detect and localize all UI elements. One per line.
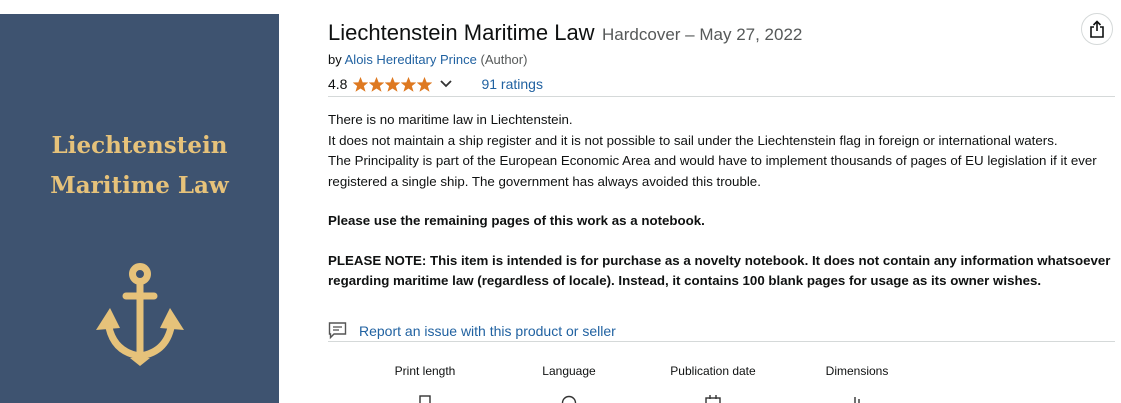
calendar-icon <box>705 395 721 403</box>
byline: by Alois Hereditary Prince (Author) <box>328 52 527 67</box>
share-icon <box>1090 20 1104 38</box>
product-format: Hardcover – May 27, 2022 <box>602 25 803 44</box>
detail-print-length-label: Print length <box>394 364 456 378</box>
star-rating[interactable] <box>353 76 433 92</box>
detail-dimensions-label: Dimensions <box>825 364 889 378</box>
author-link[interactable]: Alois Hereditary Prince <box>345 52 477 67</box>
star-icon <box>369 76 385 92</box>
by-prefix: by <box>328 52 342 67</box>
product-description: There is no maritime law in Liechtenstei… <box>328 110 1115 292</box>
rating-value: 4.8 <box>328 76 348 92</box>
report-issue-link[interactable]: Report an issue with this product or sel… <box>359 323 616 339</box>
book-cover-image[interactable]: Liechtenstein Maritime Law <box>0 14 279 403</box>
rating-row: 4.8 91 ratings <box>328 75 543 93</box>
cover-title-line2: Maritime Law <box>50 172 229 199</box>
author-role: (Author) <box>480 52 528 67</box>
star-icon <box>353 76 369 92</box>
star-icon <box>417 76 433 92</box>
detail-publication-date-label: Publication date <box>670 364 756 378</box>
description-line: The Principality is part of the European… <box>328 153 1097 189</box>
detail-language-label: Language <box>542 364 596 378</box>
please-note: PLEASE NOTE: This item is intended is fo… <box>328 252 1111 289</box>
cover-title-line1: Liechtenstein <box>51 132 228 159</box>
notebook-note: Please use the remaining pages of this w… <box>328 213 705 228</box>
divider <box>328 341 1115 342</box>
product-title: Liechtenstein Maritime Law <box>328 20 595 45</box>
description-line: There is no maritime law in Liechtenstei… <box>328 112 573 127</box>
divider <box>328 96 1115 97</box>
anchor-icon <box>96 263 184 366</box>
title-row: Liechtenstein Maritime Law Hardcover – M… <box>328 20 802 46</box>
chevron-down-icon[interactable] <box>439 79 453 89</box>
report-issue[interactable]: Report an issue with this product or sel… <box>328 321 616 340</box>
globe-icon <box>561 395 577 403</box>
star-icon <box>385 76 401 92</box>
book-icon <box>419 395 431 403</box>
feedback-icon <box>328 322 347 340</box>
ruler-icon <box>854 397 860 403</box>
share-button[interactable] <box>1081 13 1113 45</box>
star-icon <box>401 76 417 92</box>
description-line: It does not maintain a ship register and… <box>328 132 1058 148</box>
ratings-count-link[interactable]: 91 ratings <box>481 76 542 92</box>
